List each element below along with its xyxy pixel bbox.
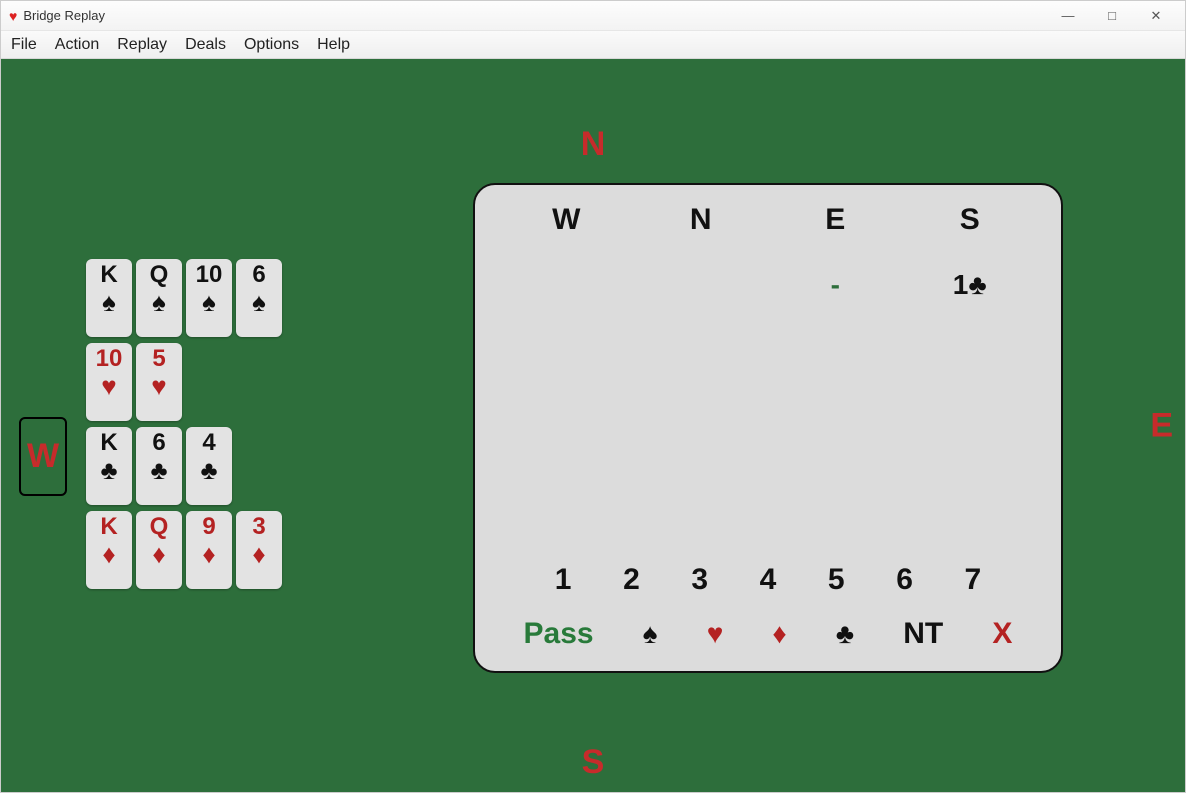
bid-header-s: S	[903, 203, 1038, 237]
menu-action[interactable]: Action	[55, 36, 99, 54]
table-area: N S E W K♠ Q♠ 10♠ 6♠ 10♥ 5♥ K♣ 6♣ 4♣	[1, 59, 1185, 792]
bid-double[interactable]: X	[992, 617, 1012, 651]
bid-level-4[interactable]: 4	[760, 563, 777, 597]
titlebar: ♥ Bridge Replay — □ ✕	[1, 1, 1185, 31]
bid-header-n: N	[634, 203, 769, 237]
bid-strains: Pass ♠ ♥ ♦ ♣ NT X	[499, 617, 1037, 657]
bid-s-level: 1	[953, 269, 969, 300]
menu-help[interactable]: Help	[317, 36, 350, 54]
card-diamond[interactable]: 9♦	[186, 511, 232, 589]
card-spade[interactable]: 6♠	[236, 259, 282, 337]
bid-level-1[interactable]: 1	[555, 563, 572, 597]
compass-west-active: W	[19, 417, 67, 496]
row-clubs: K♣ 6♣ 4♣	[86, 427, 282, 505]
heart-icon: ♥	[9, 8, 17, 24]
menu-options[interactable]: Options	[244, 36, 299, 54]
card-club[interactable]: 6♣	[136, 427, 182, 505]
club-icon[interactable]: ♣	[836, 618, 854, 650]
bid-w	[499, 269, 634, 301]
close-button[interactable]: ✕	[1135, 3, 1177, 29]
card-spade[interactable]: Q♠	[136, 259, 182, 337]
bid-level-6[interactable]: 6	[896, 563, 913, 597]
card-diamond[interactable]: 3♦	[236, 511, 282, 589]
maximize-button[interactable]: □	[1091, 3, 1133, 29]
window-title: Bridge Replay	[23, 8, 105, 23]
compass-south: S	[582, 743, 605, 782]
bid-row-1: - 1♣	[499, 269, 1037, 301]
row-spades: K♠ Q♠ 10♠ 6♠	[86, 259, 282, 337]
compass-north: N	[581, 125, 606, 164]
card-club[interactable]: K♣	[86, 427, 132, 505]
heart-icon[interactable]: ♥	[707, 618, 724, 650]
bid-s: 1♣	[903, 269, 1038, 301]
menu-replay[interactable]: Replay	[117, 36, 167, 54]
card-diamond[interactable]: K♦	[86, 511, 132, 589]
window-controls: — □ ✕	[1047, 3, 1177, 29]
row-hearts: 10♥ 5♥	[86, 343, 282, 421]
app-window: ♥ Bridge Replay — □ ✕ File Action Replay…	[0, 0, 1186, 793]
spade-icon[interactable]: ♠	[643, 618, 658, 650]
club-icon: ♣	[968, 269, 986, 300]
card-diamond[interactable]: Q♦	[136, 511, 182, 589]
bid-level-3[interactable]: 3	[691, 563, 708, 597]
bidding-panel: W N E S - 1♣ 1 2 3 4 5 6 7	[473, 183, 1063, 673]
compass-east: E	[1150, 406, 1173, 445]
bid-level-7[interactable]: 7	[964, 563, 981, 597]
bid-headers: W N E S	[499, 203, 1037, 237]
bid-level-5[interactable]: 5	[828, 563, 845, 597]
row-diamonds: K♦ Q♦ 9♦ 3♦	[86, 511, 282, 589]
diamond-icon[interactable]: ♦	[772, 618, 786, 650]
menu-file[interactable]: File	[11, 36, 37, 54]
bid-levels: 1 2 3 4 5 6 7	[499, 563, 1037, 597]
bid-level-2[interactable]: 2	[623, 563, 640, 597]
bid-pass[interactable]: Pass	[524, 617, 594, 651]
bid-header-w: W	[499, 203, 634, 237]
card-spade[interactable]: 10♠	[186, 259, 232, 337]
menubar: File Action Replay Deals Options Help	[1, 31, 1185, 59]
card-heart[interactable]: 10♥	[86, 343, 132, 421]
card-heart[interactable]: 5♥	[136, 343, 182, 421]
bid-nt[interactable]: NT	[903, 617, 943, 651]
minimize-button[interactable]: —	[1047, 3, 1089, 29]
bid-n	[634, 269, 769, 301]
bid-header-e: E	[768, 203, 903, 237]
card-club[interactable]: 4♣	[186, 427, 232, 505]
hand-west: K♠ Q♠ 10♠ 6♠ 10♥ 5♥ K♣ 6♣ 4♣ K♦ Q♦ 9♦ 3♦	[86, 259, 282, 595]
card-spade[interactable]: K♠	[86, 259, 132, 337]
bid-e: -	[768, 269, 903, 301]
menu-deals[interactable]: Deals	[185, 36, 226, 54]
